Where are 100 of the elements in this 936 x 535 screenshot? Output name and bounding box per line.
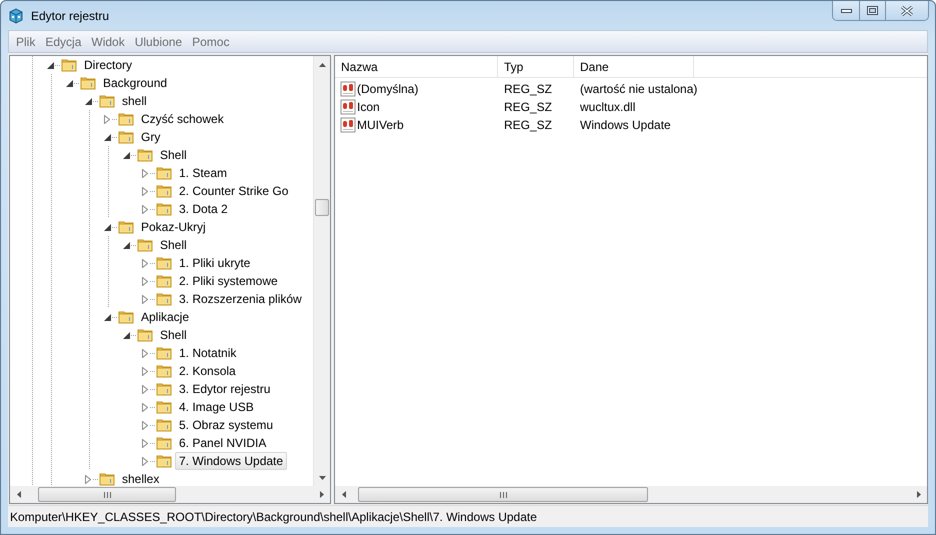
folder-icon bbox=[156, 363, 172, 379]
folder-icon bbox=[156, 183, 172, 199]
minimize-button[interactable] bbox=[833, 1, 859, 20]
tree-item[interactable]: shellex bbox=[118, 470, 164, 486]
folder-icon bbox=[118, 129, 134, 145]
folder-icon bbox=[156, 273, 172, 289]
folder-icon bbox=[137, 237, 153, 253]
expanded-arrow-icon[interactable] bbox=[123, 152, 130, 158]
tree-item[interactable]: Gry bbox=[137, 128, 164, 146]
tree-item[interactable]: 3. Dota 2 bbox=[175, 200, 232, 218]
folder-icon bbox=[99, 471, 115, 486]
expanded-arrow-icon[interactable] bbox=[104, 314, 111, 320]
column-header[interactable]: Dane bbox=[574, 56, 694, 77]
scroll-left-icon bbox=[342, 491, 346, 498]
folder-icon bbox=[80, 75, 96, 91]
expanded-arrow-icon[interactable] bbox=[104, 224, 111, 230]
folder-icon bbox=[156, 165, 172, 181]
tree-item[interactable]: Pokaz-Ukryj bbox=[137, 218, 210, 236]
collapsed-arrow-icon[interactable] bbox=[104, 114, 110, 124]
folder-icon bbox=[137, 147, 153, 163]
status-path: Komputer\HKEY_CLASSES_ROOT\Directory\Background\shell\Aplikacje\Shell\7. Windows Update bbox=[9, 510, 537, 524]
scroll-thumb[interactable] bbox=[315, 199, 329, 216]
collapsed-arrow-icon[interactable] bbox=[85, 474, 91, 484]
folder-icon bbox=[156, 201, 172, 217]
tree-item[interactable]: 2. Pliki systemowe bbox=[175, 272, 282, 290]
close-button[interactable] bbox=[885, 1, 928, 20]
folder-icon bbox=[118, 111, 134, 127]
folder-icon bbox=[156, 435, 172, 451]
value-data: wucltux.dll bbox=[579, 100, 636, 114]
tree-item[interactable]: 3. Edytor rejestru bbox=[175, 380, 274, 398]
tree-item[interactable]: 5. Obraz systemu bbox=[175, 416, 278, 434]
tree-item[interactable]: Shell bbox=[156, 146, 191, 164]
tree-item[interactable]: Shell bbox=[156, 326, 191, 344]
expanded-arrow-icon[interactable] bbox=[66, 80, 73, 86]
tree-item[interactable]: Czyść schowek bbox=[137, 110, 228, 128]
tree-item[interactable]: 1. Notatnik bbox=[175, 344, 240, 362]
folder-icon bbox=[156, 417, 172, 433]
expanded-arrow-icon[interactable] bbox=[123, 242, 130, 248]
tree-item[interactable]: 1. Steam bbox=[175, 164, 232, 182]
value-type: REG_SZ bbox=[503, 100, 554, 114]
collapsed-arrow-icon[interactable] bbox=[142, 258, 148, 268]
grip-icon bbox=[104, 492, 110, 498]
collapsed-arrow-icon[interactable] bbox=[142, 204, 148, 214]
tree-item[interactable]: 2. Counter Strike Go bbox=[175, 182, 292, 200]
expanded-arrow-icon[interactable] bbox=[104, 134, 111, 140]
scroll-down-icon bbox=[318, 476, 326, 480]
folder-icon bbox=[137, 327, 153, 343]
tree-item[interactable]: 3. Rozszerzenia plików bbox=[175, 290, 306, 308]
expanded-arrow-icon[interactable] bbox=[123, 332, 130, 338]
string-value-icon bbox=[340, 117, 356, 133]
folder-icon bbox=[156, 381, 172, 397]
string-value-icon bbox=[340, 99, 356, 115]
tree-item[interactable]: Background bbox=[99, 74, 172, 92]
grip-icon bbox=[500, 492, 506, 498]
minimize-icon bbox=[840, 8, 852, 12]
folder-icon bbox=[61, 57, 77, 73]
tree-item[interactable]: 1. Pliki ukryte bbox=[175, 254, 254, 272]
column-header[interactable]: Nazwa bbox=[335, 56, 498, 77]
registry-icon bbox=[8, 8, 24, 24]
column-header[interactable]: Typ bbox=[498, 56, 574, 77]
collapsed-arrow-icon[interactable] bbox=[142, 456, 148, 466]
tree-item[interactable]: Shell bbox=[156, 236, 191, 254]
scroll-up-icon bbox=[318, 62, 326, 66]
tree-item[interactable]: shell bbox=[118, 92, 151, 110]
collapsed-arrow-icon[interactable] bbox=[142, 294, 148, 304]
folder-icon bbox=[156, 291, 172, 307]
folder-icon bbox=[156, 453, 172, 469]
scroll-thumb[interactable] bbox=[358, 487, 648, 502]
scroll-right-icon bbox=[320, 491, 324, 498]
value-type: REG_SZ bbox=[503, 82, 554, 96]
tree-item[interactable]: Aplikacje bbox=[137, 308, 194, 326]
tree-item[interactable]: 2. Konsola bbox=[175, 362, 240, 380]
collapsed-arrow-icon[interactable] bbox=[142, 384, 148, 394]
expanded-arrow-icon[interactable] bbox=[47, 62, 54, 68]
tree-item[interactable]: Directory bbox=[80, 56, 136, 74]
value-name: MUIVerb bbox=[357, 118, 404, 132]
expanded-arrow-icon[interactable] bbox=[85, 98, 92, 104]
tree-item[interactable]: 6. Panel NVIDIA bbox=[175, 434, 270, 452]
scroll-left-icon bbox=[16, 491, 20, 498]
value-type: REG_SZ bbox=[503, 118, 554, 132]
value-data: Windows Update bbox=[579, 118, 672, 132]
collapsed-arrow-icon[interactable] bbox=[142, 366, 148, 376]
folder-icon bbox=[118, 219, 134, 235]
collapsed-arrow-icon[interactable] bbox=[142, 348, 148, 358]
collapsed-arrow-icon[interactable] bbox=[142, 438, 148, 448]
collapsed-arrow-icon[interactable] bbox=[142, 420, 148, 430]
value-data: (wartość nie ustalona) bbox=[579, 82, 698, 96]
scroll-thumb[interactable] bbox=[38, 487, 176, 502]
collapsed-arrow-icon[interactable] bbox=[142, 168, 148, 178]
tree-item[interactable]: 7. Windows Update bbox=[175, 452, 288, 470]
collapsed-arrow-icon[interactable] bbox=[142, 186, 148, 196]
tree-item[interactable]: 4. Image USB bbox=[175, 398, 258, 416]
folder-icon bbox=[156, 255, 172, 271]
folder-icon bbox=[156, 345, 172, 361]
collapsed-arrow-icon[interactable] bbox=[142, 402, 148, 412]
close-icon bbox=[901, 6, 913, 16]
scroll-right-icon bbox=[916, 491, 920, 498]
folder-icon bbox=[156, 399, 172, 415]
maximize-button[interactable] bbox=[859, 1, 885, 20]
collapsed-arrow-icon[interactable] bbox=[142, 276, 148, 286]
